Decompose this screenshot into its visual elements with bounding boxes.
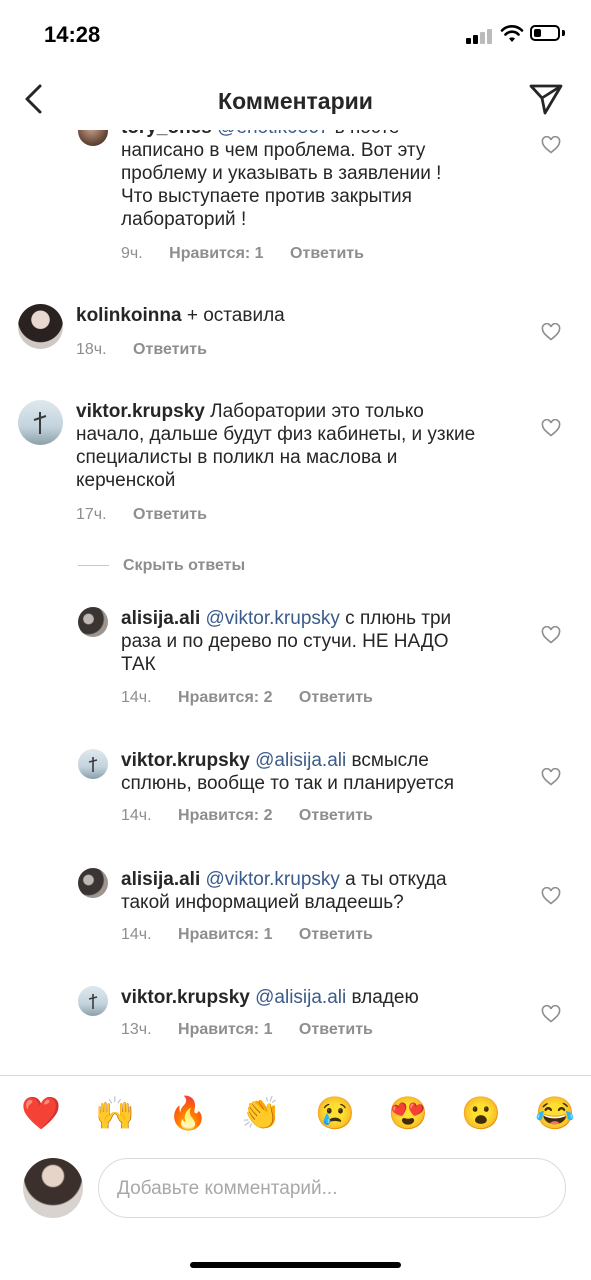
likes-count[interactable]: Нравится: 2 [178,689,272,706]
comment-username[interactable]: viktor.krupsky [76,401,205,422]
avatar[interactable] [18,304,63,349]
comment-time: 13ч. [121,1021,152,1038]
battery-icon [530,25,560,41]
comment-text-line: ТАК [121,654,156,675]
comment-text: + оставила [186,305,285,326]
avatar[interactable] [78,749,108,779]
surprised-emoji-button[interactable]: 😮 [461,1090,501,1136]
comment-mention[interactable]: @viktor.krupsky [206,608,340,629]
comment-time: 18ч. [76,341,107,358]
likes-count[interactable]: Нравится: 1 [169,245,263,262]
comment-time: 9ч. [121,245,143,262]
clapping-emoji-button[interactable]: 👏 [241,1090,281,1136]
comment-username[interactable]: tory_ones [121,130,212,138]
divider-line [78,565,109,567]
reply-button[interactable]: Ответить [299,1021,373,1038]
comment-meta: 9ч. Нравится: 1 Ответить [121,245,386,263]
comment-text-line: лабораторий ! [121,209,247,230]
comment-text-line: раза и по дерево по стучи. НЕ НАДО [121,631,449,652]
send-direct-icon[interactable] [528,82,564,116]
like-heart-icon[interactable] [541,626,561,644]
like-heart-icon[interactable] [541,136,561,154]
comment-text: в посте [335,130,400,138]
comment-text-line: Что выступаете против закрытия [121,186,412,207]
comment-text: с плюнь три [345,608,452,629]
avatar[interactable] [78,868,108,898]
comments-feed[interactable]: tory_ones @enotik0867 в посте написано в… [0,130,591,1075]
comment-username[interactable]: alisija.ali [121,869,200,890]
comment-input[interactable] [115,1173,539,1205]
composer-divider [0,1075,591,1076]
fire-emoji-button[interactable]: 🔥 [168,1090,208,1136]
reply-button[interactable]: Ответить [299,689,373,706]
heart-emoji-button[interactable]: ❤️ [21,1090,61,1136]
avatar[interactable] [78,130,108,146]
comment-time: 14ч. [121,807,152,824]
likes-count[interactable]: Нравится: 1 [178,926,272,943]
reply-button[interactable]: Ответить [133,506,207,523]
status-time: 14:28 [44,22,101,47]
comment-mention[interactable]: @alisija.ali [255,987,346,1008]
comment-input-box[interactable] [98,1158,566,1218]
page-title: Комментарии [218,88,373,114]
comment-text: а ты откуда [345,869,447,890]
comment-text-line: такой информацией владеешь? [121,892,404,913]
comment-time: 14ч. [121,689,152,706]
comment-text-line: сплюнь, вообще то так и планируется [121,773,455,794]
comment-meta: 13ч. Нравится: 1 Ответить [121,1021,395,1039]
comment-mention[interactable]: @enotik0867 [217,130,329,138]
like-heart-icon[interactable] [541,887,561,905]
like-heart-icon[interactable] [541,1005,561,1023]
home-indicator[interactable] [190,1262,401,1268]
nav-header: Комментарии [0,70,591,130]
comment-meta: 17ч. Ответить [76,506,229,524]
comment-mention[interactable]: @viktor.krupsky [206,869,340,890]
comment-meta: 14ч. Нравится: 2 Ответить [121,807,395,825]
hide-replies-label: Скрыть ответы [123,557,246,574]
comment-username[interactable]: kolinkoinna [76,305,182,326]
status-bar: 14:28 [0,0,591,70]
battery-nub [562,30,565,36]
likes-count[interactable]: Нравится: 1 [178,1021,272,1038]
avatar[interactable] [78,607,108,637]
raising-hands-emoji-button[interactable]: 🙌 [95,1090,135,1136]
comment-username[interactable]: viktor.krupsky [121,987,250,1008]
comment-text: Лаборатории это только [210,401,424,422]
comment-time: 14ч. [121,926,152,943]
comment-composer [0,1155,591,1225]
comment-text-line: написано в чем проблема. Вот эту [121,140,426,161]
my-avatar [23,1158,83,1218]
emoji-quick-bar: ❤️ 🙌 🔥 👏 😢 😍 😮 😂 [0,1090,591,1140]
comment-mention[interactable]: @alisija.ali [255,750,346,771]
comment-text: владею [351,987,419,1008]
like-heart-icon[interactable] [541,323,561,341]
reply-button[interactable]: Ответить [133,341,207,358]
heart-eyes-emoji-button[interactable]: 😍 [388,1090,428,1136]
reply-button[interactable]: Ответить [290,245,364,262]
comment-text-line: проблему и указывать в заявлении ! [121,163,442,184]
comment-meta: 14ч. Нравится: 1 Ответить [121,926,395,944]
laughing-emoji-button[interactable]: 😂 [535,1090,575,1136]
comment-meta: 14ч. Нравится: 2 Ответить [121,689,395,707]
comment-text-line: керченской [76,470,176,491]
cellular-signal-icon [466,28,494,44]
comment-username[interactable]: alisija.ali [121,608,200,629]
wifi-icon [500,25,524,42]
crying-emoji-button[interactable]: 😢 [315,1090,355,1136]
avatar[interactable] [18,400,63,445]
comment-text-line: специалисты в поликл на маслова и [76,447,398,468]
hide-replies-button[interactable]: Скрыть ответы [78,557,245,575]
like-heart-icon[interactable] [541,768,561,786]
avatar[interactable] [78,986,108,1016]
comment-text: всмысле [351,750,429,771]
comment-time: 17ч. [76,506,107,523]
reply-button[interactable]: Ответить [299,807,373,824]
like-heart-icon[interactable] [541,419,561,437]
comment-text-line: начало, дальше будут физ кабинеты, и узк… [76,424,476,445]
likes-count[interactable]: Нравится: 2 [178,807,272,824]
reply-button[interactable]: Ответить [299,926,373,943]
comment-username[interactable]: viktor.krupsky [121,750,250,771]
comment-meta: 18ч. Ответить [76,341,229,359]
